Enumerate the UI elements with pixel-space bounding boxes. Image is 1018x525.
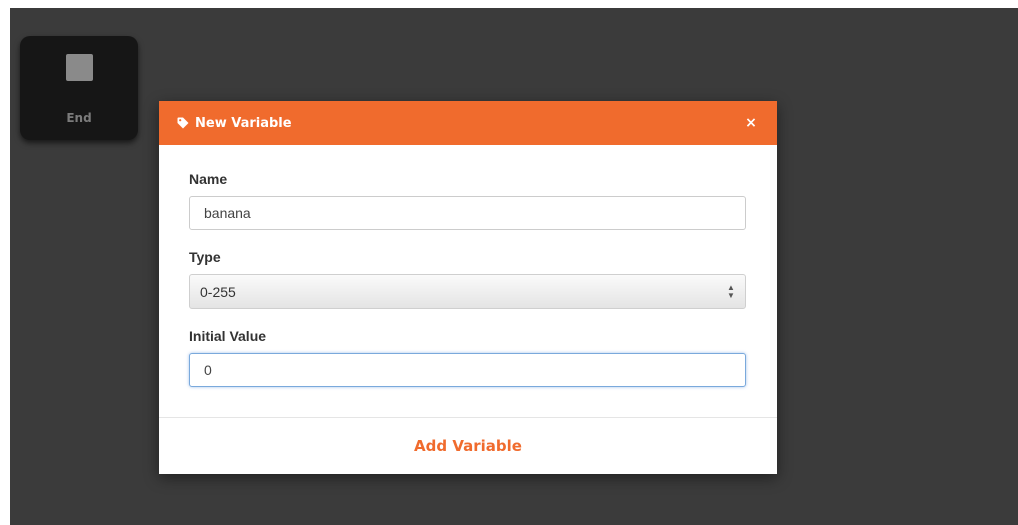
new-variable-dialog: New Variable × Name Type 0-255 ▲▼ Initia… — [159, 101, 777, 474]
dialog-title: New Variable — [195, 115, 292, 131]
name-input[interactable] — [189, 196, 746, 230]
end-block-label: End — [66, 111, 92, 125]
initial-value-input[interactable] — [189, 353, 746, 387]
select-arrows-icon: ▲ ▼ — [727, 283, 735, 300]
type-select[interactable]: 0-255 ▲ ▼ — [189, 274, 746, 309]
dialog-header: New Variable × — [159, 101, 777, 145]
dialog-body: Name Type 0-255 ▲▼ Initial Value — [159, 145, 777, 387]
type-label: Type — [189, 249, 221, 265]
tag-icon — [177, 117, 189, 129]
type-select-value: 0-255 — [200, 284, 236, 300]
add-variable-button[interactable]: Add Variable — [159, 418, 777, 474]
close-button[interactable]: × — [743, 114, 759, 132]
initial-value-label: Initial Value — [189, 328, 267, 344]
end-block[interactable]: End — [20, 36, 138, 140]
stop-icon — [66, 54, 93, 81]
name-label: Name — [189, 171, 228, 187]
